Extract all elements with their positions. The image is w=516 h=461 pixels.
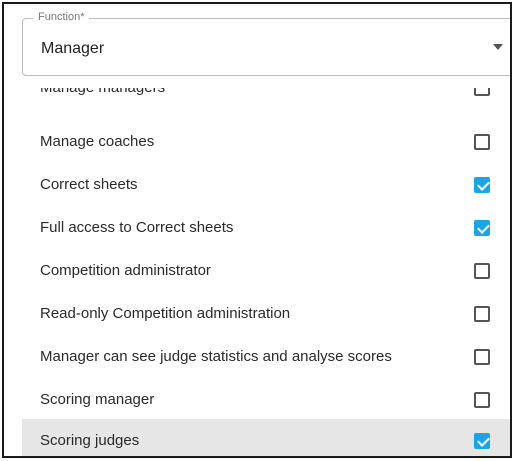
function-select[interactable]: Function* Manager bbox=[22, 11, 510, 76]
permission-row-full-access-correct-sheets[interactable]: Full access to Correct sheets bbox=[22, 206, 510, 249]
permission-checkbox[interactable] bbox=[474, 133, 490, 150]
permission-label: Manage managers bbox=[40, 88, 165, 96]
permission-checkbox[interactable] bbox=[474, 432, 490, 449]
permission-row-judge-statistics[interactable]: Manager can see judge statistics and ana… bbox=[22, 335, 510, 378]
permission-row-competition-administrator[interactable]: Competition administrator bbox=[22, 249, 510, 292]
permission-row-scoring-manager[interactable]: Scoring manager bbox=[22, 378, 510, 421]
permission-checkbox[interactable] bbox=[474, 176, 490, 193]
permission-label: Full access to Correct sheets bbox=[40, 219, 234, 236]
permission-checkbox[interactable] bbox=[474, 391, 490, 408]
permission-row-read-only-competition-administration[interactable]: Read-only Competition administration bbox=[22, 292, 510, 335]
permission-checkbox[interactable] bbox=[474, 348, 490, 365]
permissions-list[interactable]: Manage managers Manage coaches Correct s… bbox=[22, 88, 510, 456]
permission-row-scoring-judges[interactable]: Scoring judges bbox=[22, 419, 510, 456]
permission-label: Scoring judges bbox=[40, 432, 140, 449]
permission-row-correct-sheets[interactable]: Correct sheets bbox=[22, 163, 510, 206]
permission-label: Read-only Competition administration bbox=[40, 305, 291, 322]
dropdown-arrow-icon[interactable] bbox=[493, 44, 503, 50]
permission-label: Scoring manager bbox=[40, 391, 155, 408]
permission-label: Correct sheets bbox=[40, 176, 138, 193]
permission-checkbox[interactable] bbox=[474, 88, 490, 96]
function-label: Function* bbox=[33, 11, 90, 23]
permission-checkbox[interactable] bbox=[474, 262, 490, 279]
permission-label: Manage coaches bbox=[40, 133, 155, 150]
permission-row-manage-coaches[interactable]: Manage coaches bbox=[22, 120, 510, 163]
function-selected-value: Manager bbox=[41, 40, 105, 57]
permission-checkbox[interactable] bbox=[474, 219, 490, 236]
permissions-panel: Function* Manager Manage managers Manage… bbox=[2, 2, 512, 458]
permission-label: Manager can see judge statistics and ana… bbox=[40, 348, 392, 365]
permission-row-manage-managers[interactable]: Manage managers bbox=[22, 88, 510, 109]
permission-checkbox[interactable] bbox=[474, 305, 490, 322]
permission-label: Competition administrator bbox=[40, 262, 211, 279]
